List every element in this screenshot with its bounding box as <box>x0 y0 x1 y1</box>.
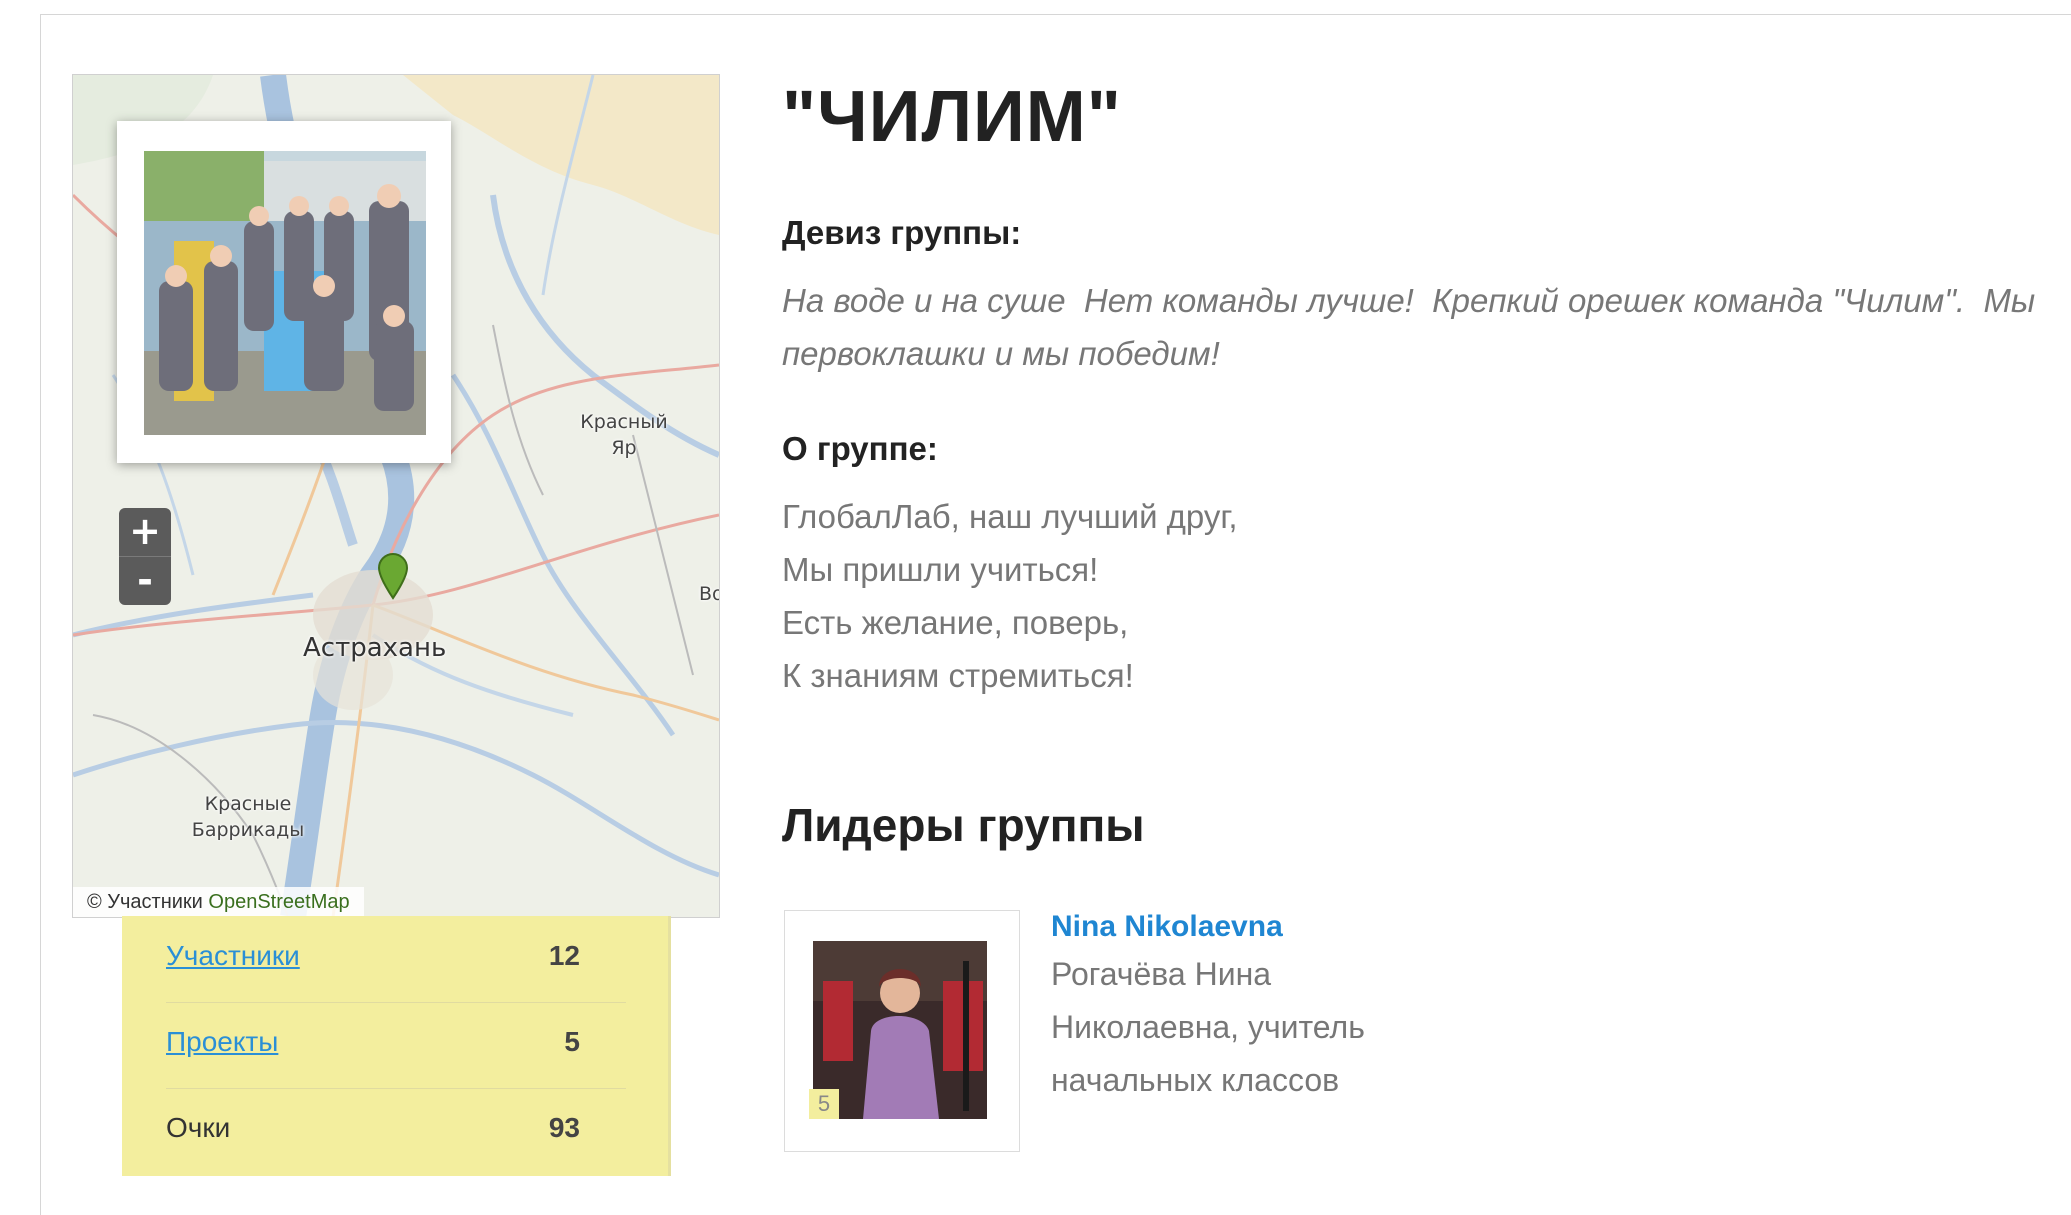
about-line: ГлобалЛаб, наш лучший друг, <box>782 498 1238 535</box>
leader-avatar-card[interactable]: 5 <box>784 910 1020 1152</box>
leader-avatar <box>813 941 987 1119</box>
about-line: К знаниям стремиться! <box>782 657 1134 694</box>
stat-row-projects: Проекты 5 <box>166 1002 626 1088</box>
group-map[interactable]: + - Красный Яр Астрахань Красные Баррика… <box>72 74 720 918</box>
participants-count: 12 <box>548 940 580 971</box>
about-heading: О группе: <box>782 430 938 467</box>
map-label-edge: Во <box>699 583 719 605</box>
projects-count: 5 <box>564 1026 580 1057</box>
attribution-prefix: © Участники <box>87 891 203 913</box>
group-photo <box>144 151 426 435</box>
motto-heading: Девиз группы: <box>782 214 1022 251</box>
leader-description: Рогачёва Нина Николаевна, учитель началь… <box>1051 956 1365 1098</box>
group-motto: На воде и на суше Нет команды лучше! Кре… <box>782 282 2045 372</box>
group-stats-panel: Участники 12 Проекты 5 Очки 93 <box>122 916 671 1176</box>
zoom-out-button[interactable]: - <box>119 557 171 605</box>
map-label-krasnye-barrikady: Красные Баррикады <box>191 793 305 841</box>
leader-rank-badge: 5 <box>809 1089 839 1119</box>
points-label: Очки <box>166 1112 231 1143</box>
map-label-krasny-yar: Красный Яр <box>580 411 668 459</box>
leader-name-link[interactable]: Nina Nikolaevna <box>1051 910 1283 944</box>
participants-link[interactable]: Участники <box>166 940 300 972</box>
osm-link[interactable]: OpenStreetMap <box>208 891 349 913</box>
group-photo-frame[interactable] <box>117 121 451 463</box>
points-count: 93 <box>548 1112 580 1143</box>
zoom-controls: + - <box>119 508 171 605</box>
projects-link[interactable]: Проекты <box>166 1026 278 1058</box>
location-marker-icon[interactable] <box>377 552 409 600</box>
map-attribution: © Участники OpenStreetMap <box>73 887 364 917</box>
stat-row-participants: Участники 12 <box>166 916 626 1002</box>
map-label-astrakhan: Астрахань <box>303 633 447 663</box>
about-line: Мы пришли учиться! <box>782 551 1099 588</box>
about-line: Есть желание, поверь, <box>782 604 1129 641</box>
stat-row-points: Очки 93 <box>166 1088 626 1174</box>
leaders-heading: Лидеры группы <box>782 799 1145 851</box>
group-title: "ЧИЛИМ" <box>782 77 1122 157</box>
zoom-in-button[interactable]: + <box>119 508 171 557</box>
group-about: ГлобалЛаб, наш лучший друг, Мы пришли уч… <box>782 490 1238 702</box>
